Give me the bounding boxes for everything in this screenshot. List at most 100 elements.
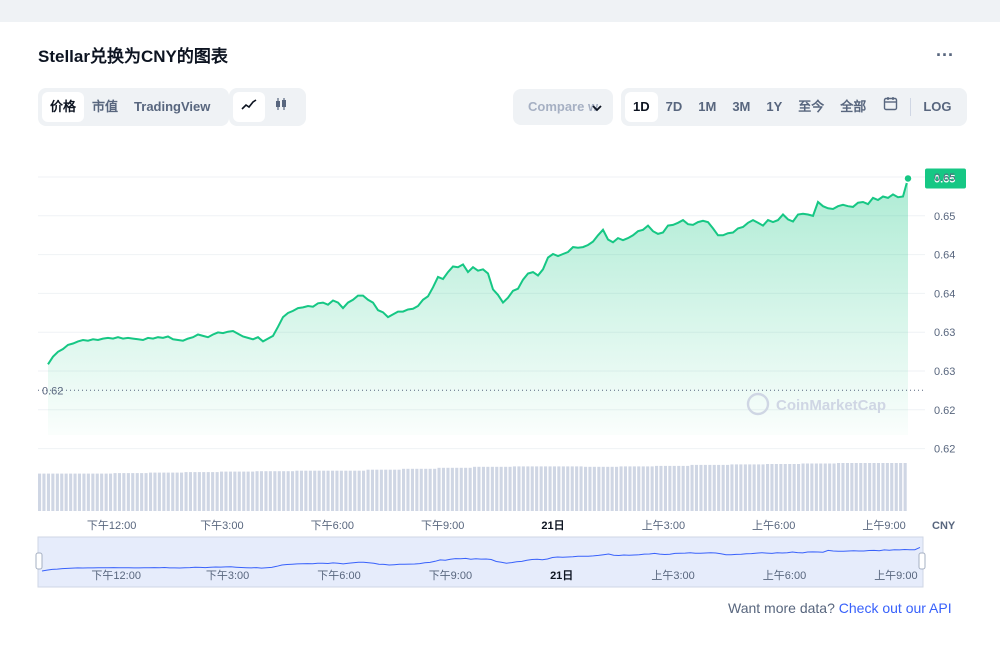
open-price-label: 0.62 — [42, 385, 63, 397]
currency-label: CNY — [932, 520, 956, 532]
tab-tradingview[interactable]: TradingView — [126, 92, 218, 122]
volume-bar — [588, 466, 592, 511]
volume-bar — [863, 463, 867, 511]
volume-bar — [726, 464, 730, 511]
volume-bar — [149, 472, 153, 511]
volume-bar — [322, 470, 326, 511]
volume-bar — [295, 470, 299, 511]
navigator-tick-label: 上午9:00 — [874, 569, 917, 582]
volume-bar — [251, 471, 255, 511]
volume-bar — [788, 464, 792, 511]
volume-bar — [366, 469, 370, 511]
volume-bar — [393, 469, 397, 511]
volume-bar — [717, 464, 721, 511]
navigator-handle-left[interactable] — [35, 552, 43, 570]
volume-bar — [899, 463, 903, 511]
volume-bar — [388, 469, 392, 511]
time-range-tabs: 1D 7D 1M 3M 1Y 至今 全部 LOG — [621, 88, 967, 126]
volume-bar — [486, 466, 490, 511]
volume-bar — [584, 466, 588, 511]
volume-bar — [397, 469, 401, 511]
volume-bar — [850, 463, 854, 511]
volume-bar — [668, 465, 672, 511]
range-ytd[interactable]: 至今 — [790, 92, 832, 122]
more-options-button[interactable]: ... — [936, 40, 954, 61]
price-chart[interactable]: 0.62 0.65 0.650.650.640.640.630.630.620.… — [0, 150, 985, 600]
volume-bar — [237, 471, 241, 511]
volume-bar — [282, 471, 286, 511]
page-top-bar — [0, 0, 1000, 22]
x-tick-label: 上午3:00 — [642, 519, 685, 532]
range-7d[interactable]: 7D — [658, 92, 691, 122]
volume-bar — [504, 466, 508, 511]
volume-bar — [46, 473, 51, 511]
candlestick-icon[interactable] — [265, 92, 297, 122]
volume-bar — [495, 466, 499, 511]
volume-bar — [304, 470, 308, 511]
volume-bar — [783, 464, 787, 511]
range-1d[interactable]: 1D — [625, 92, 658, 122]
volume-bar — [481, 466, 486, 511]
compare-label: Compare w — [528, 99, 599, 114]
volume-bar — [82, 473, 86, 511]
compare-select[interactable]: Compare w — [513, 89, 613, 125]
volume-bar — [166, 472, 170, 511]
tab-price[interactable]: 价格 — [42, 92, 85, 122]
volume-bar — [663, 465, 668, 511]
view-tabs: 价格 市值 TradingView — [38, 88, 229, 126]
volume-bar — [277, 471, 281, 511]
volume-bar — [606, 466, 610, 511]
volume-bar — [561, 466, 565, 511]
volume-bar — [637, 466, 641, 511]
volume-bar — [512, 466, 517, 511]
api-link[interactable]: Check out our API — [839, 600, 952, 616]
volume-bar — [446, 467, 450, 511]
volume-bar — [730, 464, 734, 511]
volume-bar — [180, 472, 184, 511]
volume-bar — [530, 466, 534, 511]
volume-bar — [441, 467, 446, 511]
volume-bar — [415, 468, 419, 511]
navigator-handle-right[interactable] — [918, 552, 926, 570]
log-scale-button[interactable]: LOG — [915, 92, 959, 122]
volume-bar — [659, 465, 663, 511]
volume-bar — [739, 464, 743, 511]
volume-bar — [370, 469, 375, 511]
volume-bar — [348, 470, 352, 511]
volume-bar — [615, 466, 619, 511]
navigator-tick-label: 21日 — [550, 569, 573, 582]
volume-bar — [313, 470, 317, 511]
volume-bar — [193, 472, 197, 511]
volume-bar — [424, 468, 428, 511]
api-note-text: Want more data? — [728, 600, 839, 616]
range-3m[interactable]: 3M — [724, 92, 758, 122]
line-chart-icon[interactable] — [233, 92, 265, 122]
navigator-tick-label: 下午9:00 — [429, 569, 472, 582]
volume-bar — [131, 473, 135, 511]
volume-bar — [650, 466, 654, 511]
volume-bar — [464, 467, 468, 511]
volume-bar — [188, 472, 193, 511]
y-tick-label: 0.62 — [934, 405, 955, 417]
volume-bar — [473, 466, 477, 511]
volume-bar — [521, 466, 525, 511]
volume-bar — [854, 463, 858, 511]
range-all[interactable]: 全部 — [832, 92, 874, 122]
volume-bar — [761, 464, 765, 511]
volume-bar — [344, 470, 348, 511]
volume-bar — [575, 466, 579, 511]
calendar-icon[interactable] — [874, 92, 906, 122]
volume-bar — [51, 473, 55, 511]
volume-bar — [197, 472, 201, 511]
volume-bar — [317, 470, 321, 511]
range-1m[interactable]: 1M — [690, 92, 724, 122]
volume-bar — [597, 466, 601, 511]
volume-bar — [841, 463, 845, 511]
tab-market-cap[interactable]: 市值 — [84, 92, 126, 122]
volume-bar — [623, 466, 628, 511]
volume-bar — [299, 470, 304, 511]
volume-bar — [646, 466, 650, 511]
volume-bar — [752, 464, 756, 511]
range-1y[interactable]: 1Y — [758, 92, 790, 122]
volume-bar — [743, 464, 747, 511]
